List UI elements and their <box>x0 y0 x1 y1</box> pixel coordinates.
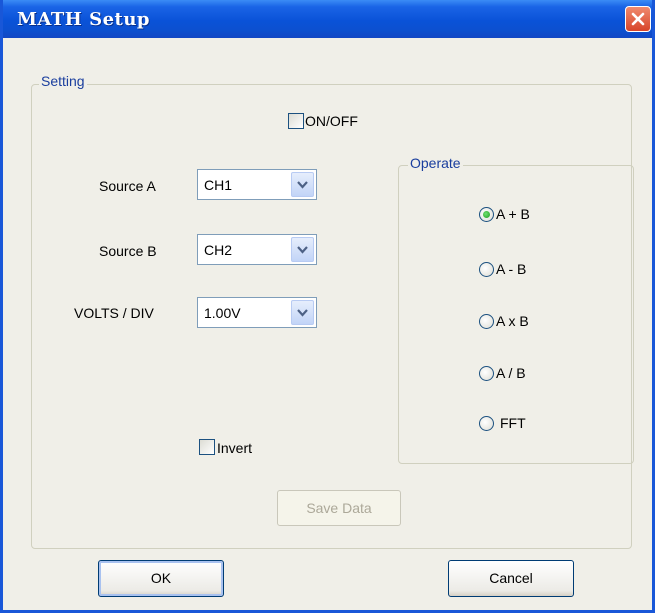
chevron-down-icon <box>297 309 308 317</box>
save-data-button[interactable]: Save Data <box>277 490 401 526</box>
invert-checkbox[interactable] <box>199 439 215 455</box>
window-title: MATH Setup <box>17 9 151 30</box>
onoff-checkbox[interactable] <box>288 113 304 129</box>
radio-a-times-b[interactable] <box>479 314 494 329</box>
source-a-dropdown-button[interactable] <box>291 172 314 197</box>
radio-a-plus-b[interactable] <box>479 207 494 222</box>
radio-a-divide-b[interactable] <box>479 366 494 381</box>
source-b-label: Source B <box>99 243 157 259</box>
volts-div-label: VOLTS / DIV <box>74 305 154 321</box>
radio-a-plus-b-label: A + B <box>496 206 530 222</box>
volts-div-dropdown-button[interactable] <box>291 300 314 325</box>
radio-fft-label: FFT <box>500 415 526 431</box>
radio-selected-dot <box>483 211 490 218</box>
source-a-value: CH1 <box>204 177 233 193</box>
radio-fft[interactable] <box>479 416 494 431</box>
source-b-select[interactable]: CH2 <box>197 234 317 265</box>
source-b-value: CH2 <box>204 242 233 258</box>
radio-a-divide-b-label: A / B <box>496 365 526 381</box>
volts-div-value: 1.00V <box>204 305 241 321</box>
setting-legend: Setting <box>39 73 87 89</box>
chevron-down-icon <box>297 246 308 254</box>
source-a-select[interactable]: CH1 <box>197 169 317 200</box>
chevron-down-icon <box>297 181 308 189</box>
title-bar[interactable]: MATH Setup <box>3 0 652 38</box>
onoff-label: ON/OFF <box>305 113 358 129</box>
volts-div-select[interactable]: 1.00V <box>197 297 317 328</box>
invert-label: Invert <box>217 440 253 456</box>
radio-a-minus-b-label: A - B <box>496 261 527 277</box>
close-button[interactable] <box>625 6 651 32</box>
close-icon <box>631 12 645 26</box>
radio-a-minus-b[interactable] <box>479 262 494 277</box>
cancel-button[interactable]: Cancel <box>448 560 574 597</box>
ok-button[interactable]: OK <box>98 560 224 597</box>
math-setup-dialog: MATH Setup Setting ON/OFF Source A CH1 S… <box>0 0 655 613</box>
source-a-label: Source A <box>99 178 156 194</box>
operate-legend: Operate <box>408 155 463 171</box>
source-b-dropdown-button[interactable] <box>291 237 314 262</box>
radio-a-times-b-label: A x B <box>496 313 529 329</box>
